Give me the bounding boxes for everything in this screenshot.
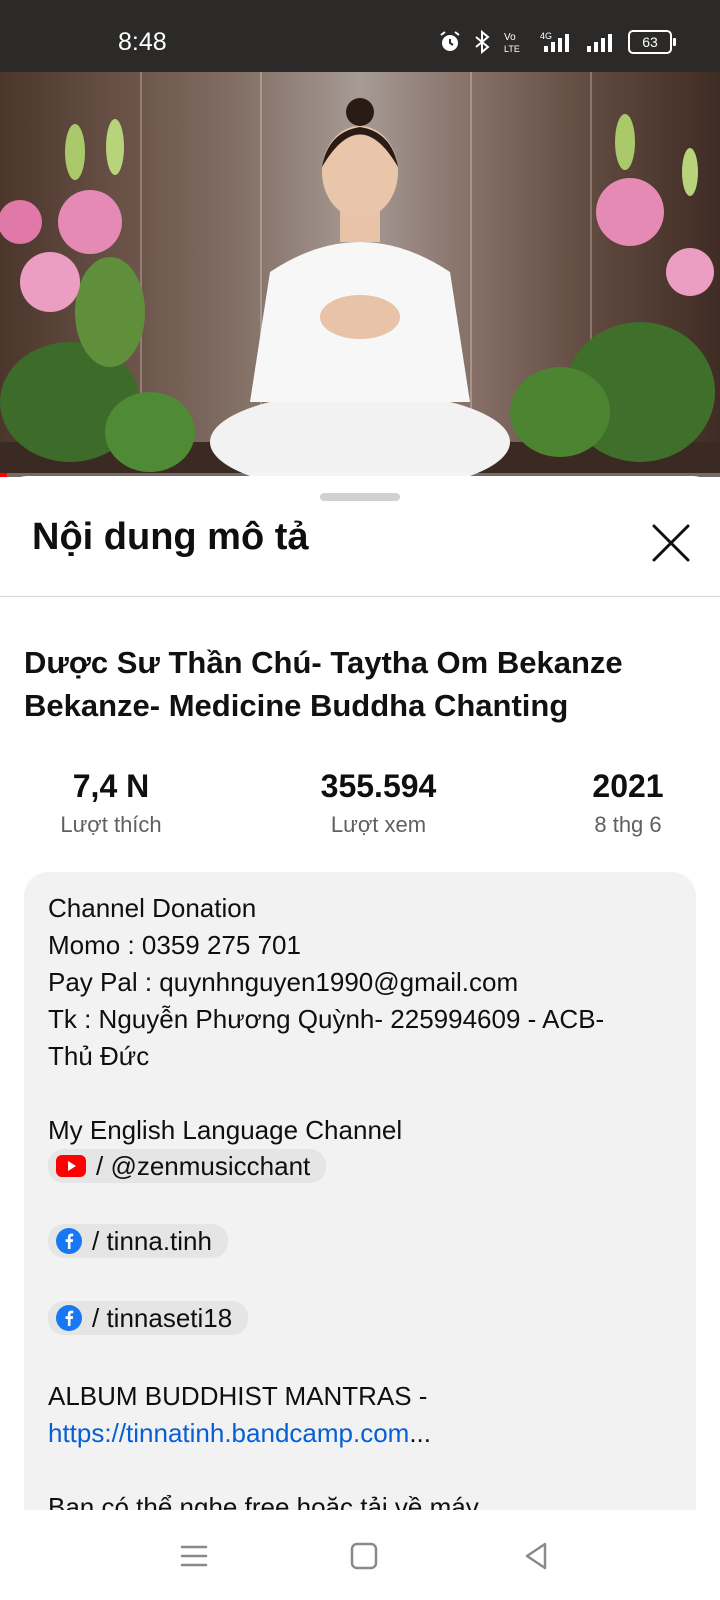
home-square-icon <box>350 1542 378 1570</box>
recent-apps-button[interactable] <box>176 1538 212 1574</box>
facebook-chip-label: / tinna.tinh <box>92 1226 212 1256</box>
person <box>210 98 510 477</box>
close-icon <box>652 524 690 562</box>
alarm-icon <box>440 31 460 51</box>
status-bar: 8:48 Vo LTE 4G 63 <box>0 0 720 72</box>
description-content: Channel Donation Momo : 0359 275 701 Pay… <box>48 890 678 1510</box>
sheet-title: Nội dung mô tả <box>32 516 309 558</box>
bluetooth-icon <box>475 30 490 54</box>
video-frame <box>0 72 720 477</box>
back-triangle-icon <box>525 1542 547 1570</box>
likes-stat: 7,4 N Lượt thích <box>56 766 166 840</box>
svg-text:4G: 4G <box>540 31 552 41</box>
description-line: Tk : Nguyễn Phương Quỳnh- 225994609 - AC… <box>48 1004 605 1034</box>
youtube-chip-label: / @zenmusicchant <box>96 1151 311 1181</box>
system-nav-bar <box>0 1510 720 1600</box>
status-icons: Vo LTE 4G 63 <box>438 30 676 54</box>
description-line: Pay Pal : quynhnguyen1990@gmail.com <box>48 967 519 997</box>
facebook-chip-tinnaseti18[interactable]: / tinnaseti18 <box>48 1301 249 1335</box>
upload-date: 8 thg 6 <box>594 812 662 837</box>
youtube-icon <box>56 1155 86 1177</box>
facebook-chip-tinna-tinh[interactable]: / tinna.tinh <box>48 1224 228 1258</box>
date-stat: 2021 8 thg 6 <box>588 766 668 840</box>
video-progress-fill <box>0 473 8 477</box>
battery-icon: 63 <box>628 30 676 54</box>
facebook-chip-row-1: / tinna.tinh <box>48 1224 678 1264</box>
album-link[interactable]: https://tinnatinh.bandcamp.com <box>48 1418 409 1448</box>
signal-4g-icon: 4G <box>540 31 569 52</box>
likes-label: Lượt thích <box>60 812 162 837</box>
right-flowers <box>510 114 715 462</box>
video-stats: 7,4 N Lượt thích 355.594 Lượt xem 2021 8… <box>0 766 720 846</box>
description-sheet: Nội dung mô tả Dược Sư Thần Chú- Taytha … <box>0 476 720 1510</box>
views-count: 355.594 <box>320 768 437 804</box>
description-line: Momo : 0359 275 701 <box>48 930 301 960</box>
facebook-icon <box>56 1228 82 1254</box>
facebook-chip-label: / tinnaseti18 <box>92 1303 233 1333</box>
album-label: ALBUM BUDDHIST MANTRAS - <box>48 1381 428 1411</box>
left-flowers <box>0 119 195 472</box>
views-label: Lượt xem <box>330 812 427 837</box>
volte-icon: Vo LTE <box>504 32 520 54</box>
description-line: Channel Donation <box>48 893 257 923</box>
status-time: 8:48 <box>118 28 167 56</box>
album-link-row: https://tinnatinh.bandcamp.com... <box>48 1415 678 1452</box>
album-ellipsis: ... <box>409 1418 431 1448</box>
facebook-chip-row-2: / tinnaseti18 <box>48 1301 678 1341</box>
views-stat: 355.594 Lượt xem <box>316 766 441 840</box>
video-title: Dược Sư Thần Chú- Taytha Om Bekanze Beka… <box>24 645 623 723</box>
description-box: Channel Donation Momo : 0359 275 701 Pay… <box>24 872 696 1510</box>
svg-text:Vo: Vo <box>504 32 516 43</box>
youtube-chip-row: / @zenmusicchant <box>48 1149 678 1187</box>
signal-icon <box>587 34 612 52</box>
sheet-divider <box>0 596 720 597</box>
description-line: Bạn có thể nghe free hoặc tải về máy <box>48 1492 479 1510</box>
likes-count: 7,4 N <box>72 768 150 804</box>
back-button[interactable] <box>518 1538 554 1574</box>
svg-text:LTE: LTE <box>504 44 520 54</box>
home-button[interactable] <box>346 1538 382 1574</box>
close-button[interactable] <box>648 520 694 566</box>
facebook-icon <box>56 1305 82 1331</box>
menu-icon <box>180 1545 208 1567</box>
description-line: Thủ Đức <box>48 1041 150 1071</box>
drag-handle[interactable] <box>320 493 400 501</box>
video-player[interactable] <box>0 72 720 477</box>
upload-year: 2021 <box>592 768 664 804</box>
english-channel-label: My English Language Channel <box>48 1115 403 1145</box>
youtube-channel-chip[interactable]: / @zenmusicchant <box>48 1149 327 1183</box>
